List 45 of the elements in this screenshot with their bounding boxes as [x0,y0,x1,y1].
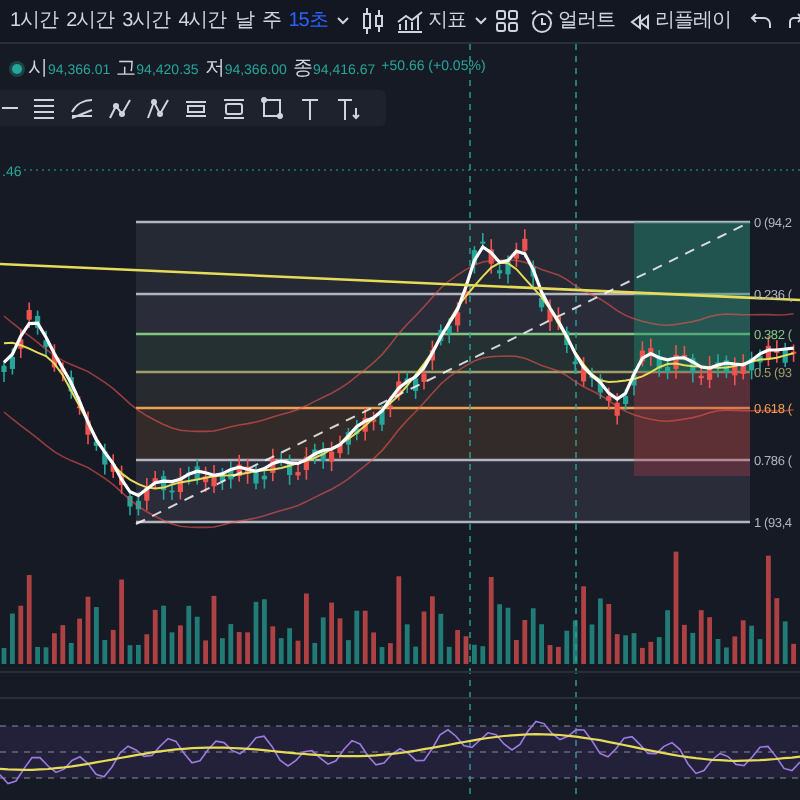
undo-icon [750,12,773,30]
redo-button[interactable] [786,12,800,30]
status-dot [12,64,22,74]
drawing-tool-button[interactable] [144,96,172,120]
channel-icon [184,96,208,120]
grid-icon [495,10,518,32]
interval-tab[interactable]: 2시간 [64,11,117,31]
candlestick-icon [361,8,384,34]
text-tool-icon [298,96,322,120]
horizontal-lines-icon [32,96,56,120]
zigzag-icon [108,96,132,120]
interval-tab[interactable]: 주 [259,11,283,31]
interval-tab[interactable]: 4시간 [176,11,229,31]
layout-button[interactable] [493,10,520,32]
chart-line-icon [395,9,424,33]
interval-tab[interactable]: 15초 [286,11,330,31]
drawing-tool-button[interactable] [258,96,286,120]
replay-button[interactable]: 리플레이 [628,11,733,31]
drawing-tool-button[interactable] [220,96,248,120]
undo-button[interactable] [748,12,775,30]
alarm-clock-icon [529,9,554,33]
wave-pattern-icon [146,96,170,120]
alert-button[interactable]: 얼러트 [527,9,617,33]
rectangle-icon [260,96,284,120]
interval-tab[interactable]: 1시간 [8,11,61,31]
drawing-tool-button[interactable] [30,96,58,120]
indicators-button[interactable]: 지표 [393,9,468,33]
rewind-icon [630,13,651,29]
caret-icon [473,16,488,26]
interval-dropdown[interactable] [333,16,352,26]
drawing-tool-button[interactable] [106,96,134,120]
interval-tab[interactable]: 날 [232,11,256,31]
range-icon [222,96,246,120]
redo-icon [788,12,800,30]
indicators-dropdown[interactable] [471,16,490,26]
chart-type-button[interactable] [359,8,386,34]
drawing-tool-button[interactable] [334,96,362,120]
drawing-tool-button[interactable] [296,96,324,120]
drawing-tool-button[interactable] [68,96,96,120]
text-note-icon [336,96,360,120]
curve-icon [70,96,94,120]
drawing-tool-button[interactable] [182,96,210,120]
interval-tab[interactable]: 3시간 [120,11,173,31]
loss-zone [634,372,750,476]
caret-icon [335,16,350,26]
